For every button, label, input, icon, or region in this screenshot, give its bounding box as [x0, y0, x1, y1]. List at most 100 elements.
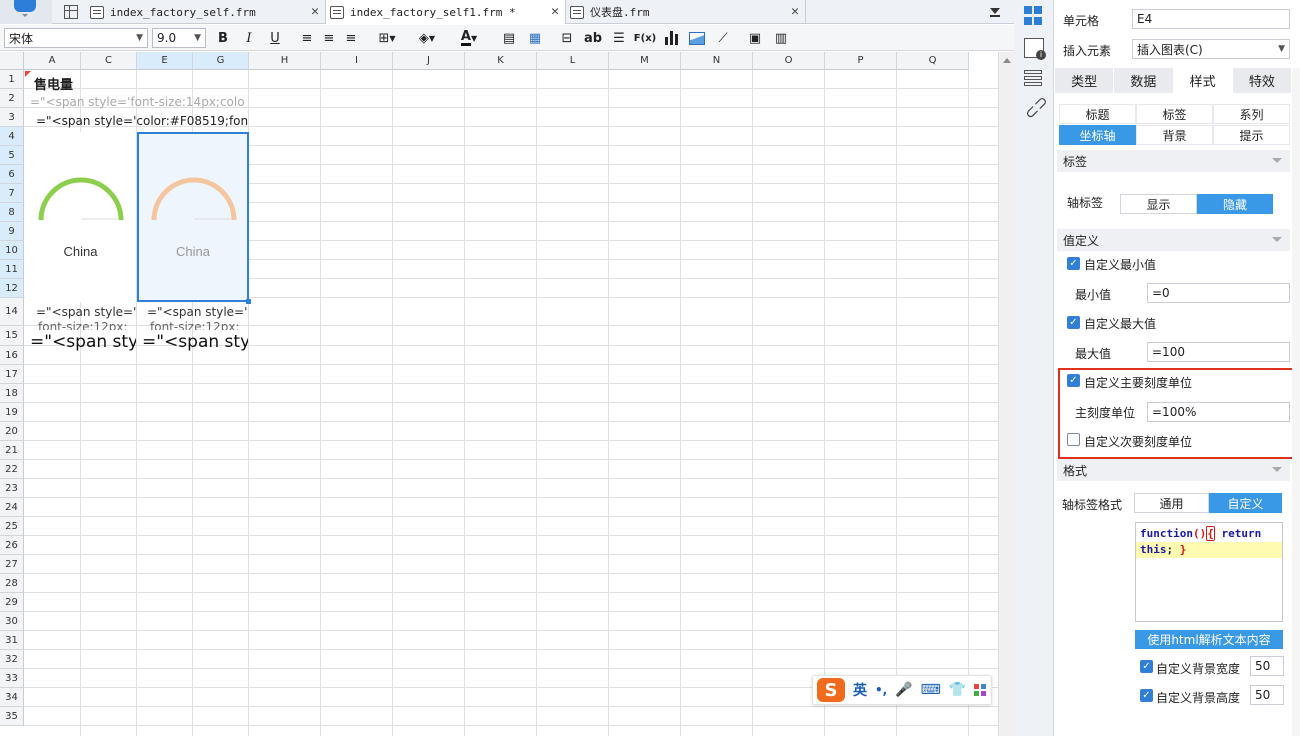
ime-lang-toggle[interactable]: 英: [853, 680, 867, 700]
text-button[interactable]: ab: [582, 28, 604, 48]
cell-a2[interactable]: ="<span style='font-size:14px;colo: [30, 95, 248, 109]
tab-index-factory-self1[interactable]: index_factory_self1.frm * ✕: [326, 0, 566, 24]
cell-e14-line2[interactable]: font-size:12px;: [150, 320, 246, 330]
column-header[interactable]: Q: [897, 52, 969, 70]
row-header[interactable]: 34: [0, 688, 24, 707]
column-header[interactable]: P: [825, 52, 897, 70]
bg-height-input[interactable]: 50: [1250, 685, 1284, 705]
tab-type[interactable]: 类型: [1055, 68, 1115, 93]
column-header[interactable]: I: [321, 52, 393, 70]
close-icon[interactable]: ✕: [311, 4, 319, 19]
row-header[interactable]: 32: [0, 650, 24, 669]
cell-a14-line2[interactable]: font-size:12px;: [38, 320, 134, 330]
cell-a15[interactable]: ="<span style: [30, 332, 136, 352]
resize-handle[interactable]: [246, 299, 251, 304]
subtab-title[interactable]: 标题: [1059, 104, 1136, 124]
column-header[interactable]: L: [537, 52, 609, 70]
list-icon[interactable]: ▥: [770, 28, 792, 48]
format-general-button[interactable]: 通用: [1134, 493, 1209, 513]
column-header[interactable]: N: [681, 52, 753, 70]
formula-button[interactable]: F(x): [634, 28, 656, 48]
gauge-chart-b[interactable]: China: [137, 132, 251, 304]
row-header[interactable]: 29: [0, 593, 24, 612]
image-icon[interactable]: [686, 28, 708, 48]
column-header[interactable]: E: [137, 52, 193, 70]
row-header[interactable]: 25: [0, 517, 24, 536]
align-left-icon[interactable]: ≡: [296, 28, 318, 48]
cell-e14-line1[interactable]: ="<span style=': [147, 305, 247, 319]
row-header[interactable]: 22: [0, 460, 24, 479]
gauge-chart-a[interactable]: China: [25, 132, 136, 302]
column-header[interactable]: K: [465, 52, 537, 70]
row-header[interactable]: 8: [0, 203, 24, 222]
min-input[interactable]: =0: [1147, 283, 1290, 303]
row-header[interactable]: 26: [0, 536, 24, 555]
bg-width-input[interactable]: 50: [1250, 656, 1284, 676]
paragraph-icon[interactable]: ☰: [608, 28, 630, 48]
custom-bg-height-checkbox[interactable]: ✓: [1140, 689, 1153, 702]
custom-max-checkbox[interactable]: ✓: [1067, 316, 1080, 329]
bar-chart-icon[interactable]: [660, 28, 682, 48]
major-unit-input[interactable]: =100%: [1147, 402, 1290, 422]
row-header[interactable]: 27: [0, 555, 24, 574]
row-header[interactable]: 16: [0, 346, 24, 365]
row-header[interactable]: 33: [0, 669, 24, 688]
axis-hide-button[interactable]: 隐藏: [1197, 194, 1273, 214]
row-header[interactable]: 14: [0, 298, 24, 326]
column-header[interactable]: G: [193, 52, 249, 70]
keyboard-icon[interactable]: ⌨: [921, 682, 941, 698]
microphone-icon[interactable]: 🎤: [895, 682, 912, 698]
link-icon[interactable]: ⊂⊃: [1020, 91, 1052, 124]
axis-show-button[interactable]: 显示: [1120, 194, 1197, 214]
apps-icon[interactable]: [974, 684, 987, 696]
row-header[interactable]: 35: [0, 707, 24, 726]
column-header[interactable]: A: [24, 52, 81, 70]
html-parse-button[interactable]: 使用html解析文本内容: [1135, 630, 1283, 649]
row-header[interactable]: 4: [0, 127, 24, 146]
row-header[interactable]: 18: [0, 384, 24, 403]
tab-effect[interactable]: 特效: [1233, 68, 1292, 93]
tab-data[interactable]: 数据: [1114, 68, 1174, 93]
format-custom-button[interactable]: 自定义: [1209, 493, 1282, 513]
align-right-icon[interactable]: ≡: [340, 28, 362, 48]
row-header[interactable]: 10: [0, 241, 24, 260]
row-header[interactable]: 5: [0, 146, 24, 165]
row-header[interactable]: 11: [0, 260, 24, 279]
grid-view-icon[interactable]: [64, 5, 78, 19]
bold-button[interactable]: B: [212, 28, 234, 48]
underline-button[interactable]: U: [264, 28, 286, 48]
row-header[interactable]: 7: [0, 184, 24, 203]
frame-icon[interactable]: ▣: [744, 28, 766, 48]
app-logo-button[interactable]: [0, 0, 52, 24]
section-value-definition[interactable]: 值定义: [1057, 229, 1290, 251]
merge-cells-icon[interactable]: ▤: [498, 28, 520, 48]
row-header[interactable]: 12: [0, 279, 24, 298]
row-header[interactable]: 28: [0, 574, 24, 593]
ime-punct-toggle[interactable]: •,: [875, 683, 887, 697]
row-header[interactable]: 9: [0, 222, 24, 241]
panel-scrollbar[interactable]: [1292, 68, 1300, 736]
section-format[interactable]: 格式: [1057, 459, 1290, 481]
subtab-background[interactable]: 背景: [1136, 125, 1213, 145]
row-header[interactable]: 31: [0, 631, 24, 650]
format-code-editor[interactable]: function(){ return this; }: [1135, 522, 1283, 622]
font-color-icon[interactable]: A ▼: [452, 28, 486, 48]
column-header[interactable]: J: [393, 52, 465, 70]
row-header[interactable]: 3: [0, 108, 24, 127]
column-header[interactable]: H: [249, 52, 321, 70]
custom-min-checkbox[interactable]: ✓: [1067, 257, 1080, 270]
row-header[interactable]: 17: [0, 365, 24, 384]
row-header[interactable]: 24: [0, 498, 24, 517]
column-header[interactable]: C: [81, 52, 137, 70]
cell-e15[interactable]: ="<span style: [142, 332, 248, 352]
row-header[interactable]: 21: [0, 441, 24, 460]
slash-icon[interactable]: ⟋: [712, 28, 734, 48]
max-input[interactable]: =100: [1147, 342, 1290, 362]
insert-element-select[interactable]: 插入图表(C) ▼: [1132, 39, 1290, 59]
custom-bg-width-checkbox[interactable]: ✓: [1140, 660, 1153, 673]
tab-index-factory-self[interactable]: index_factory_self.frm ✕: [86, 0, 326, 24]
italic-button[interactable]: I: [238, 28, 260, 48]
subtab-label[interactable]: 标签: [1136, 104, 1213, 124]
cell-input[interactable]: E4: [1132, 9, 1290, 29]
custom-major-unit-checkbox[interactable]: ✓: [1067, 374, 1080, 387]
